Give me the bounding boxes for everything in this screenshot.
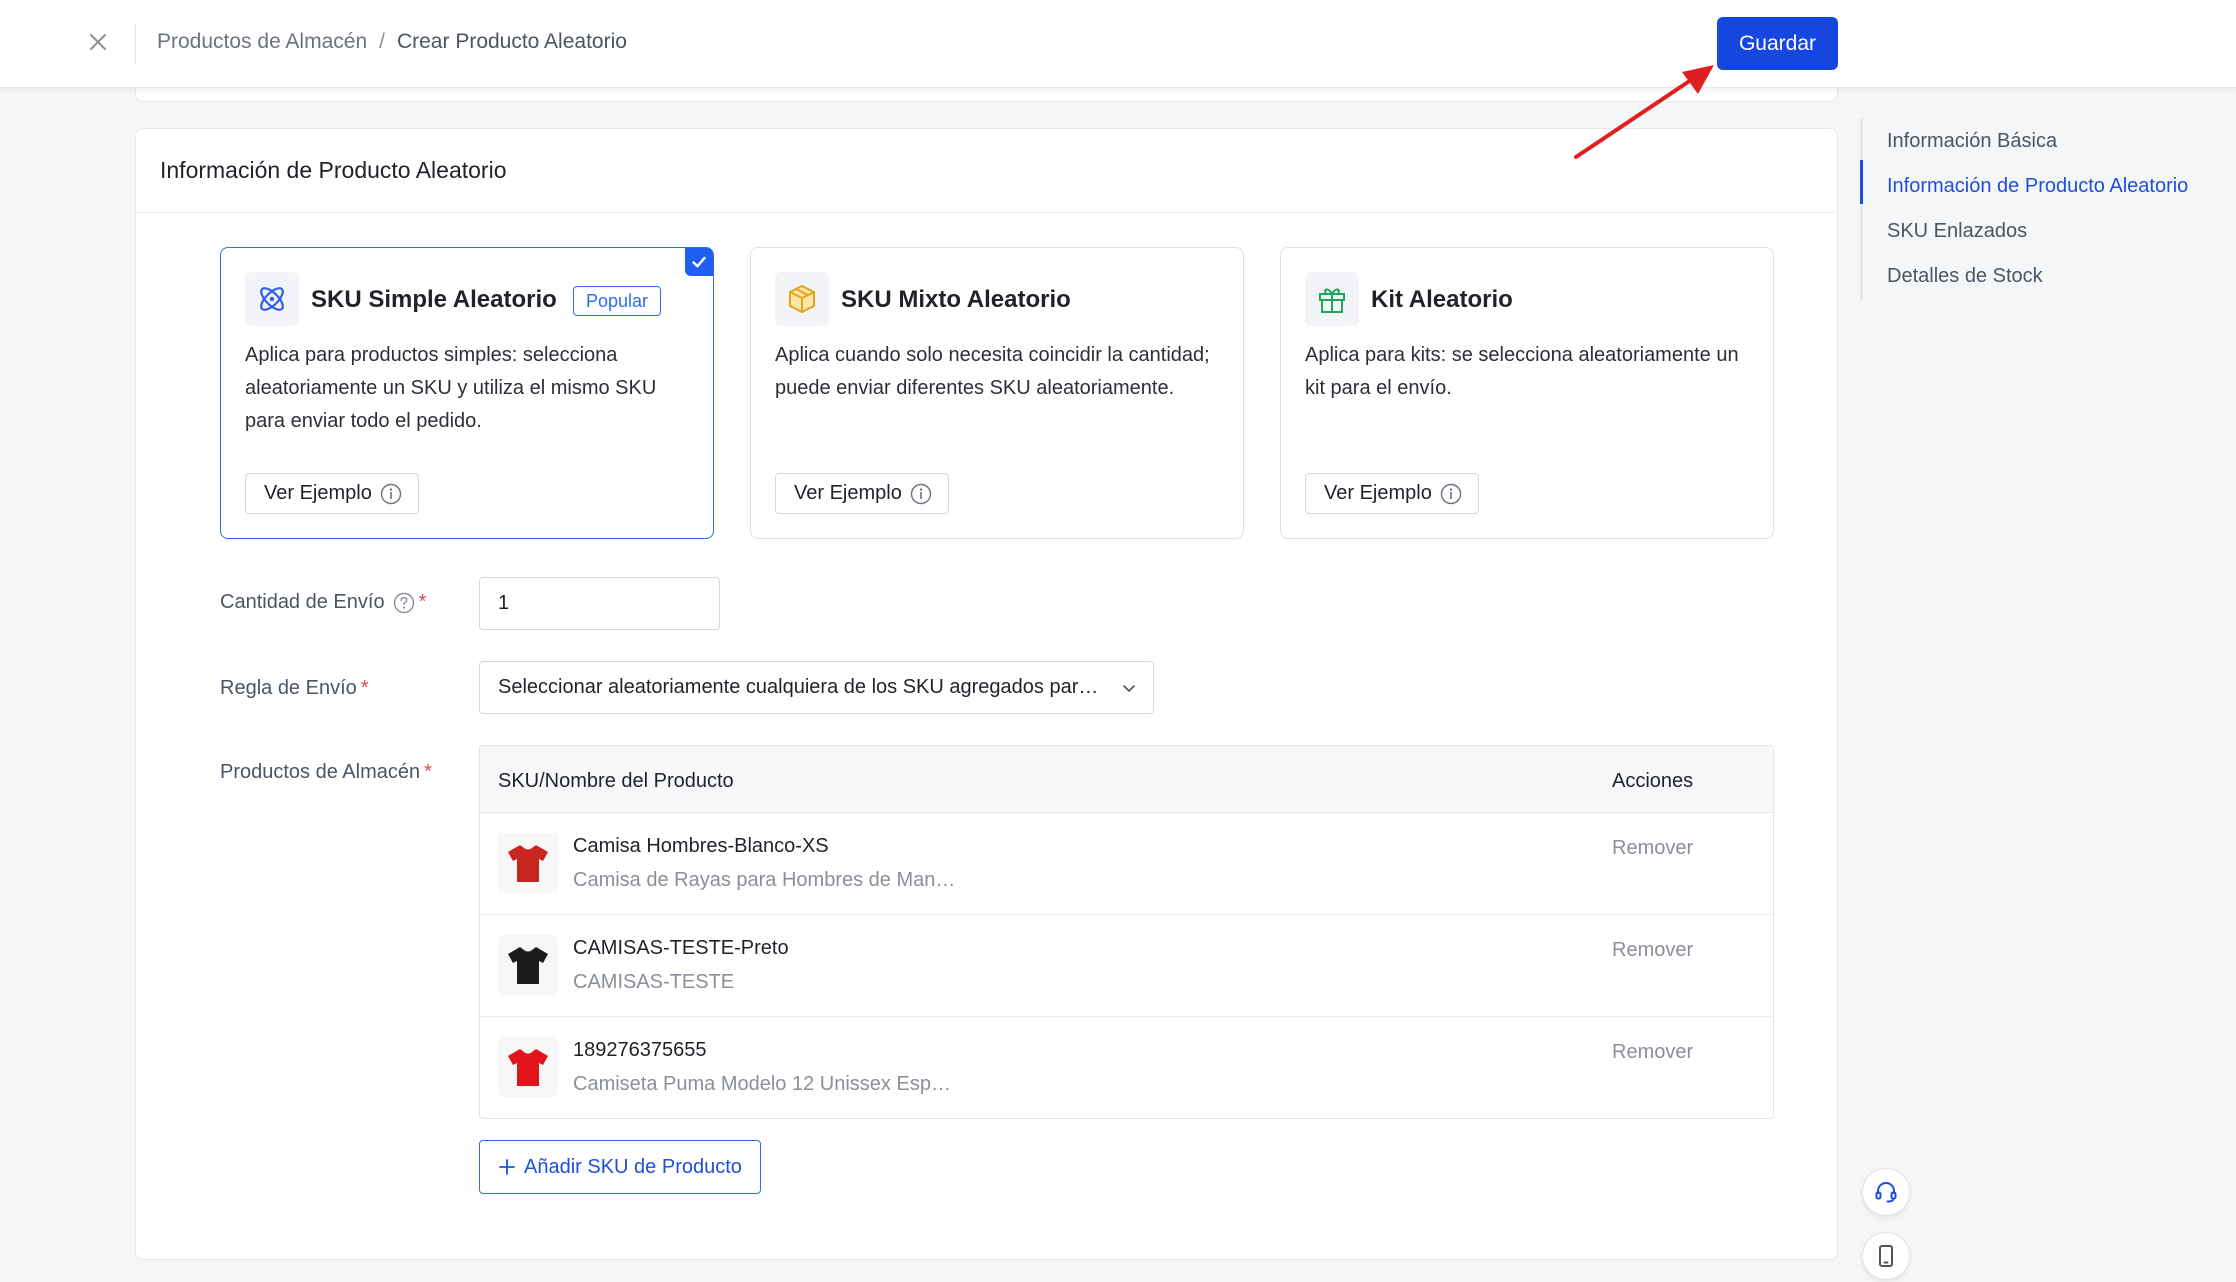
product-name: Camisa de Rayas para Hombres de Man… [573, 869, 956, 891]
type-card-description: Aplica cuando solo necesita coincidir la… [775, 344, 1210, 399]
products-table: SKU/Nombre del Producto Acciones Camisa … [479, 745, 1774, 1119]
tc-icon-wrap [1305, 272, 1359, 326]
tshirt-icon [508, 947, 548, 984]
help-icon[interactable] [393, 592, 415, 614]
chevron-down-icon [1123, 685, 1135, 692]
close-icon [90, 34, 106, 50]
view-example-button[interactable]: Ver Ejemplo [1305, 473, 1479, 514]
view-example-button[interactable]: Ver Ejemplo [775, 473, 949, 514]
view-example-label: Ver Ejemplo [794, 482, 902, 504]
mobile-phone-icon [1879, 1245, 1893, 1267]
save-button[interactable]: Guardar [1717, 17, 1838, 70]
view-example-label: Ver Ejemplo [1324, 482, 1432, 504]
remove-link[interactable]: Remover [1612, 939, 1693, 962]
section-divider [136, 212, 1837, 213]
box-icon [789, 285, 815, 313]
breadcrumb: Productos de Almacén / Crear Producto Al… [157, 30, 627, 54]
product-thumbnail [498, 1037, 558, 1097]
type-card-simple-sku[interactable]: SKU Simple Aleatorio Popular Aplica para… [220, 247, 714, 539]
headset-icon [1875, 1181, 1897, 1203]
side-nav-active-indicator [1860, 160, 1863, 204]
view-example-button[interactable]: Ver Ejemplo [245, 473, 419, 514]
tshirt-icon [508, 1049, 548, 1086]
products-label: Productos de Almacén * [220, 761, 432, 784]
side-nav-stock-details[interactable]: Detalles de Stock [1887, 265, 2043, 288]
popular-badge: Popular [573, 286, 662, 316]
product-name: Camiseta Puma Modelo 12 Unissex Esp… [573, 1073, 951, 1095]
tshirt-icon [508, 845, 548, 882]
mobile-button[interactable] [1862, 1232, 1910, 1280]
info-icon [1440, 483, 1462, 504]
tc-icon-wrap [245, 272, 299, 326]
product-thumbnail [498, 833, 558, 893]
shipping-rule-select[interactable]: Seleccionar aleatoriamente cualquiera de… [479, 661, 1154, 714]
tc-icon-wrap [775, 272, 829, 326]
quantity-input[interactable] [479, 577, 720, 630]
quantity-label-text: Cantidad de Envío [220, 591, 385, 613]
product-thumbnail [498, 935, 558, 995]
product-name: CAMISAS-TESTE [573, 971, 735, 993]
random-product-info-card: Información de Producto Aleatorio SKU Si… [135, 128, 1838, 1260]
shipping-rule-value: Seleccionar aleatoriamente cualquiera de… [498, 676, 1109, 698]
view-example-label: Ver Ejemplo [264, 482, 372, 504]
add-product-sku-label: Añadir SKU de Producto [524, 1155, 742, 1178]
top-header: Productos de Almacén / Crear Producto Al… [0, 0, 2236, 88]
rule-label: Regla de Envío * [220, 677, 369, 700]
remove-link[interactable]: Remover [1612, 837, 1693, 860]
type-card-description: Aplica para kits: se selecciona aleatori… [1305, 344, 1739, 399]
breadcrumb-separator: / [379, 30, 385, 53]
side-nav-random-product-info[interactable]: Información de Producto Aleatorio [1887, 175, 2188, 198]
close-button[interactable] [84, 28, 112, 56]
gift-icon [1319, 288, 1345, 313]
selected-check [685, 248, 713, 276]
support-button[interactable] [1862, 1168, 1910, 1216]
type-card-description: Aplica para productos simples: seleccion… [245, 344, 657, 432]
section-title: Información de Producto Aleatorio [160, 157, 507, 183]
column-header-sku: SKU/Nombre del Producto [498, 770, 734, 792]
type-card-title: SKU Mixto Aleatorio [841, 286, 1071, 313]
info-icon [910, 483, 932, 504]
column-header-actions: Acciones [1612, 770, 1694, 792]
side-nav-basic-info[interactable]: Información Básica [1887, 130, 2057, 153]
products-label-text: Productos de Almacén [220, 761, 421, 783]
side-nav-linked-sku[interactable]: SKU Enlazados [1887, 220, 2027, 243]
type-card-mixed-sku[interactable]: SKU Mixto Aleatorio Aplica cuando solo n… [750, 247, 1244, 539]
product-sku: 189276375655 [573, 1039, 707, 1061]
atom-icon [260, 287, 284, 311]
type-card-title: Kit Aleatorio [1371, 286, 1513, 313]
table-row: CAMISAS-TESTE-Preto CAMISAS-TESTE Remove… [480, 915, 1773, 1017]
required-mark: * [360, 677, 369, 699]
type-card-title: SKU Simple Aleatorio [311, 286, 557, 313]
table-row: 189276375655 Camiseta Puma Modelo 12 Uni… [480, 1017, 1773, 1118]
check-icon [692, 256, 706, 268]
required-mark: * [424, 761, 432, 783]
add-product-sku-button[interactable]: Añadir SKU de Producto [479, 1140, 761, 1194]
remove-link[interactable]: Remover [1612, 1041, 1693, 1064]
table-header: SKU/Nombre del Producto Acciones [480, 746, 1773, 813]
table-row: Camisa Hombres-Blanco-XS Camisa de Rayas… [480, 813, 1773, 915]
type-card-random-kit[interactable]: Kit Aleatorio Aplica para kits: se selec… [1280, 247, 1774, 539]
breadcrumb-current: Crear Producto Aleatorio [396, 30, 627, 53]
plus-icon [499, 1159, 515, 1175]
required-mark: * [418, 591, 427, 613]
header-divider [135, 24, 136, 64]
rule-label-text: Regla de Envío [220, 677, 357, 699]
product-sku: Camisa Hombres-Blanco-XS [573, 835, 829, 857]
annotation-arrow-icon [1574, 65, 1714, 159]
breadcrumb-link-warehouse-products[interactable]: Productos de Almacén [157, 30, 367, 54]
side-anchor-nav: Información Básica Información de Produc… [1860, 118, 2230, 300]
quantity-label: Cantidad de Envío * [220, 591, 426, 614]
product-sku: CAMISAS-TESTE-Preto [573, 937, 789, 959]
info-icon [380, 483, 402, 504]
